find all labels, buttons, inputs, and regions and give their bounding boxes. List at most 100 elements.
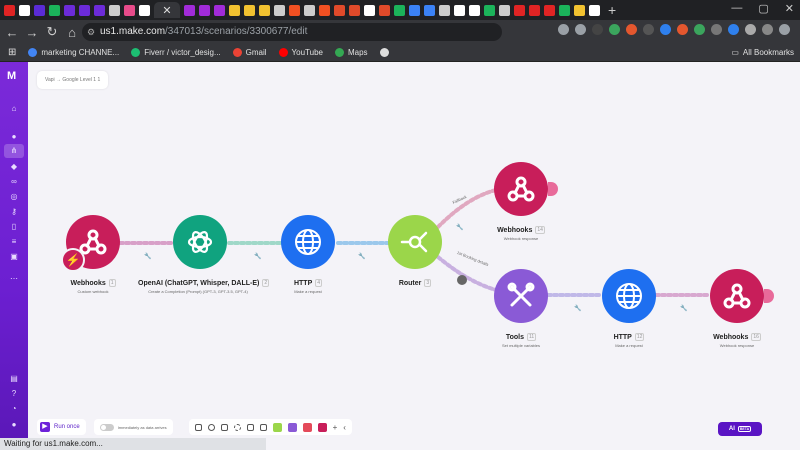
tab-favicon-icon[interactable] <box>364 4 375 16</box>
tab-favicon-icon[interactable] <box>4 4 15 16</box>
menu-dots-icon[interactable] <box>779 24 790 35</box>
webhooks-icon[interactable]: ◎ <box>8 192 20 202</box>
tab-favicon-icon[interactable] <box>109 4 120 16</box>
datastructures-icon[interactable]: ▣ <box>8 252 20 262</box>
tools-icon[interactable] <box>272 422 282 432</box>
immediate-toggle[interactable] <box>99 423 114 431</box>
team-icon[interactable]: ● <box>8 132 20 142</box>
tab-favicon-icon[interactable] <box>574 4 585 16</box>
bookmark-item[interactable]: Gmail <box>232 48 267 57</box>
tab-favicon-icon[interactable] <box>484 4 495 16</box>
tab-favicon-icon[interactable] <box>319 4 330 16</box>
forward-icon[interactable]: → <box>22 25 42 40</box>
star-icon[interactable] <box>575 24 586 35</box>
extensions-puzzle-icon[interactable] <box>745 24 756 35</box>
run-once-button[interactable]: ▶ Run once <box>37 419 86 435</box>
tab-favicon-icon[interactable] <box>394 4 405 16</box>
active-tab[interactable]: ✕ <box>154 2 180 18</box>
tab-favicon-icon[interactable] <box>454 4 465 16</box>
tab-favicon-icon[interactable] <box>424 4 435 16</box>
bookmark-item[interactable]: Fiverr / victor_desig... <box>131 48 221 57</box>
tab-favicon-icon[interactable] <box>259 4 270 16</box>
save-icon[interactable] <box>194 423 202 431</box>
close-window-icon[interactable]: ✕ <box>785 2 794 15</box>
bookmark-item[interactable]: marketing CHANNE... <box>28 48 119 57</box>
wrench-icon[interactable]: 🔧 <box>144 252 151 260</box>
profile-avatar[interactable] <box>762 24 773 35</box>
datastores-icon[interactable]: ≡ <box>8 237 20 247</box>
text-parser-icon[interactable] <box>302 422 312 432</box>
extension-icon[interactable] <box>677 24 688 35</box>
user-avatar[interactable]: ● <box>8 420 20 430</box>
devices-icon[interactable]: ▯ <box>8 222 20 232</box>
tab-favicon-icon[interactable] <box>589 4 600 16</box>
router-node[interactable] <box>388 215 442 269</box>
tab-favicon-icon[interactable] <box>499 4 510 16</box>
tab-favicon-icon[interactable] <box>184 4 195 16</box>
filter-icon[interactable] <box>457 275 467 285</box>
tab-favicon-icon[interactable] <box>529 4 540 16</box>
wrench-icon[interactable]: 🔧 <box>574 304 581 312</box>
bookmark-item[interactable]: Maps <box>334 48 368 57</box>
scenario-canvas[interactable]: 🔧 🔧 🔧 🔧 🔧 🔧 ⚡ Webhooks1 Custom webhook <box>28 62 800 438</box>
extension-icon[interactable] <box>626 24 637 35</box>
all-bookmarks-button[interactable]: ▭ All Bookmarks <box>731 48 794 57</box>
tab-favicon-icon[interactable] <box>304 4 315 16</box>
home-icon[interactable]: ⌂ <box>62 25 82 40</box>
ai-assistant-button[interactable]: AI BETA <box>718 422 762 436</box>
explain-flow-icon[interactable] <box>246 423 254 431</box>
minimize-icon[interactable]: — <box>731 2 742 15</box>
tab-favicon-icon[interactable] <box>79 4 90 16</box>
tab-favicon-icon[interactable] <box>229 4 240 16</box>
new-tab-icon[interactable]: + <box>608 2 616 18</box>
extension-icon[interactable] <box>643 24 654 35</box>
wrench-icon[interactable]: 🔧 <box>680 304 687 312</box>
tab-favicon-icon[interactable] <box>439 4 450 16</box>
tab-favicon-icon[interactable] <box>124 4 135 16</box>
wrench-icon[interactable]: 🔧 <box>358 252 365 260</box>
openai-node[interactable] <box>173 215 227 269</box>
make-logo[interactable]: M <box>7 70 16 82</box>
tab-favicon-icon[interactable] <box>244 4 255 16</box>
extension-icon[interactable] <box>711 24 722 35</box>
auto-align-icon[interactable] <box>233 423 241 431</box>
bookmark-item[interactable]: YouTube <box>278 48 323 57</box>
notifications-icon[interactable]: ◔ <box>8 404 20 414</box>
tab-favicon-icon[interactable] <box>64 4 75 16</box>
tab-favicon-icon[interactable] <box>379 4 390 16</box>
http-node[interactable] <box>281 215 335 269</box>
tab-favicon-icon[interactable] <box>214 4 225 16</box>
globe-icon[interactable] <box>379 48 393 57</box>
tab-favicon-icon[interactable] <box>559 4 570 16</box>
collapse-icon[interactable]: ‹ <box>343 423 346 432</box>
tab-favicon-icon[interactable] <box>274 4 285 16</box>
tab-favicon-icon[interactable] <box>199 4 210 16</box>
connections-icon[interactable]: ∞ <box>8 177 20 187</box>
apps-grid-icon[interactable]: ⊞ <box>8 47 16 58</box>
home-icon[interactable]: ⌂ <box>8 104 20 114</box>
tab-favicon-icon[interactable] <box>409 4 420 16</box>
webhook-response-node[interactable] <box>710 269 764 323</box>
webhook-response-node[interactable] <box>494 162 548 216</box>
extension-icon[interactable] <box>694 24 705 35</box>
tab-favicon-icon[interactable] <box>49 4 60 16</box>
tab-favicon-icon[interactable] <box>19 4 30 16</box>
http-node[interactable] <box>602 269 656 323</box>
tab-favicon-icon[interactable] <box>34 4 45 16</box>
extension-icon[interactable] <box>728 24 739 35</box>
back-icon[interactable]: ← <box>2 25 22 40</box>
tab-favicon-icon[interactable] <box>139 4 150 16</box>
maximize-icon[interactable]: ▢ <box>758 2 768 15</box>
add-icon[interactable]: + <box>333 423 338 432</box>
notes-icon[interactable] <box>220 423 228 431</box>
scenarios-icon[interactable]: ⋔ <box>4 144 24 158</box>
tab-favicon-icon[interactable] <box>544 4 555 16</box>
settings-icon[interactable] <box>207 423 215 431</box>
export-icon[interactable] <box>259 423 267 431</box>
tab-favicon-icon[interactable] <box>469 4 480 16</box>
docs-icon[interactable]: ▤ <box>8 374 20 384</box>
flow-control-icon[interactable] <box>287 422 297 432</box>
wrench-icon[interactable]: 🔧 <box>456 223 463 231</box>
extension-icon[interactable] <box>609 24 620 35</box>
keys-icon[interactable]: ⚷ <box>8 207 20 217</box>
